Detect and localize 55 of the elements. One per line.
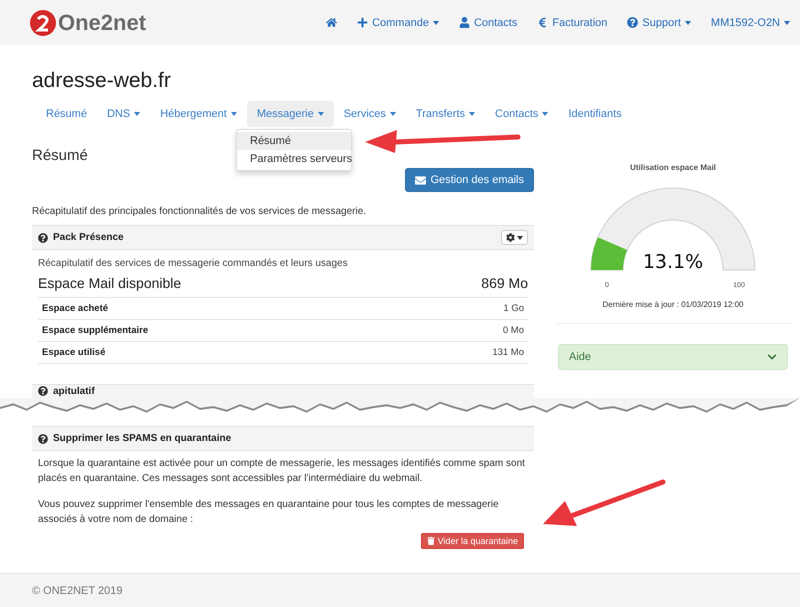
paragraph: Vous pouvez supprimer l'ensemble des messages en quarantaine pour tous les comptes de messagerie associés à votre nom de domaine : bbox=[38, 498, 500, 527]
nav-tab[interactable]: Services bbox=[334, 101, 406, 127]
nav-tab[interactable]: Messagerie bbox=[246, 101, 334, 127]
last-update-text: Dernière mise à jour : 01/03/2019 12:00 bbox=[602, 300, 744, 309]
help-icon bbox=[38, 232, 48, 242]
panel-title: Pack Présence bbox=[53, 232, 124, 243]
nav-tab[interactable]: Transferts bbox=[406, 101, 486, 127]
email-management-button[interactable]: Gestion des emails bbox=[405, 168, 534, 192]
intro-text: Récapitulatif des principales fonctionnalités de vos services de messagerie. bbox=[32, 206, 368, 217]
menu-item[interactable]: Paramètres serveurs bbox=[237, 150, 351, 168]
nav-link[interactable]: Facturation bbox=[537, 16, 608, 28]
chevron-icon bbox=[767, 352, 777, 362]
help-accordion[interactable]: Aide bbox=[558, 344, 788, 370]
nav-tab[interactable]: Contacts bbox=[485, 101, 558, 127]
nav-tab[interactable]: Identifiants bbox=[558, 101, 632, 127]
envelope-icon bbox=[415, 174, 426, 186]
user-icon bbox=[458, 17, 470, 28]
row-value: 0 Mo bbox=[502, 325, 524, 336]
nav-link[interactable]: Support bbox=[627, 16, 691, 28]
nav-link[interactable]: Contacts bbox=[458, 16, 518, 28]
available-value: 869 Mo bbox=[481, 275, 528, 291]
brand-name: One2net bbox=[58, 10, 146, 36]
home-icon bbox=[326, 17, 338, 28]
row-label: Espace utilisé bbox=[42, 347, 106, 358]
domain-title: adresse-web.fr bbox=[32, 69, 172, 93]
nav-link[interactable]: Commande bbox=[357, 16, 439, 28]
settings-button[interactable] bbox=[501, 230, 528, 245]
row-value: 131 Mo bbox=[492, 347, 524, 358]
available-label: Espace Mail disponible bbox=[38, 275, 182, 291]
row-label: Espace acheté bbox=[42, 303, 108, 314]
paragraph: Lorsque la quarantaine est activée pour un compte de messagerie, les messages identifiés comme spam sont placés en quarantaine. Ces messages sont accessibles par l'intermédiaire du webmail. bbox=[38, 457, 526, 486]
nav-tab[interactable]: Hébergement bbox=[150, 101, 247, 127]
help-icon bbox=[627, 17, 638, 28]
euro-icon bbox=[537, 17, 548, 28]
nav-tab[interactable]: Résumé bbox=[36, 101, 97, 127]
row-label: Espace supplémentaire bbox=[42, 325, 148, 336]
menu-item[interactable]: Résumé bbox=[237, 132, 351, 150]
section-title: Résumé bbox=[32, 147, 88, 164]
row-value: 1 Go bbox=[503, 303, 524, 314]
plus-icon bbox=[357, 17, 368, 28]
trash-icon bbox=[426, 537, 435, 545]
nav-link[interactable]: MM1592-O2N bbox=[710, 16, 790, 28]
settings-icon bbox=[506, 233, 515, 242]
logo-icon bbox=[30, 10, 56, 36]
nav-link[interactable] bbox=[326, 17, 338, 28]
help-icon bbox=[38, 434, 48, 444]
panel-title: apitulatif bbox=[53, 386, 95, 397]
nav-tab[interactable]: DNS bbox=[96, 101, 150, 127]
panel-description: Récapitulatif des services de messagerie commandés et leurs usages bbox=[38, 258, 349, 269]
gauge-reading: 13.1% bbox=[642, 251, 704, 273]
panel-title: Supprimer les SPAMS en quarantaine bbox=[53, 433, 232, 444]
gauge-title: Utilisation espace Mail bbox=[630, 163, 716, 172]
help-icon bbox=[38, 386, 48, 396]
empty-quarantine-button[interactable]: Vider la quarantaine bbox=[420, 533, 524, 549]
copyright-text: © ONE2NET 2019 bbox=[32, 584, 122, 596]
